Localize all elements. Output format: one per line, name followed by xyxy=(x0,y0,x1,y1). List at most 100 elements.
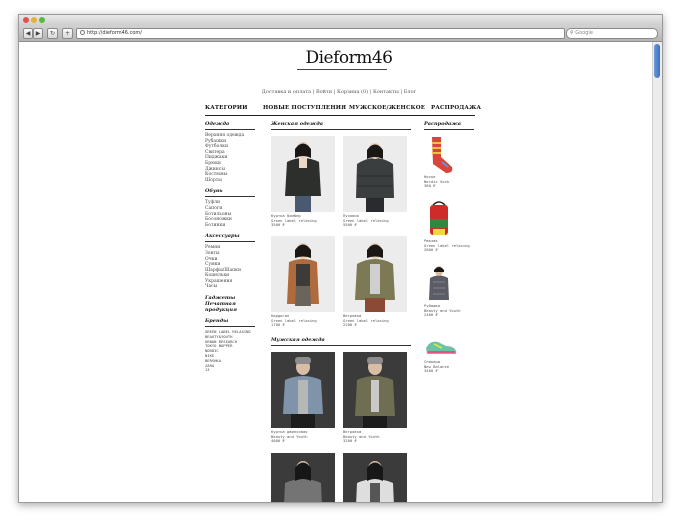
product-card[interactable]: Ветровка Green label relaxing 2200 ₽ xyxy=(343,236,407,328)
top-links: Доставка и оплата | Войти | Корзина (0) … xyxy=(261,89,417,95)
product-card[interactable]: Пуховик Green label relaxing 5500 ₽ xyxy=(343,136,407,228)
product-card[interactable]: Куртка джинсовая Beauty and Youth 4000 ₽ xyxy=(271,352,335,444)
page-content: Dieform46 Доставка и оплата | Войти | Ко… xyxy=(19,42,652,502)
nav-categories[interactable]: КАТЕГОРИИ xyxy=(205,105,248,111)
logo-underline xyxy=(297,69,387,70)
product-price: 2800 ₽ xyxy=(424,247,438,253)
nav-new-arrivals[interactable]: НОВЫЕ ПОСТУПЛЕНИЯ xyxy=(263,105,346,111)
product-caption: Сникеры New Balance 3400 ₽ xyxy=(424,359,474,374)
woman-bomber-image xyxy=(271,136,335,212)
product-photo[interactable] xyxy=(271,453,335,502)
sidebar-item[interactable]: Часы xyxy=(205,284,255,290)
product-photo[interactable] xyxy=(271,236,335,312)
forward-arrow-icon: ▶ xyxy=(35,30,41,37)
product-price: 3400 ₽ xyxy=(424,368,438,374)
product-photo[interactable] xyxy=(271,136,335,212)
men-heading[interactable]: Мужская одежда xyxy=(271,337,411,346)
product-caption: Рюкзак Green label relaxing 2800 ₽ xyxy=(424,238,474,253)
url-text: http://dieform46.com/ xyxy=(87,30,142,36)
sale-product-card[interactable]: Рубашка Beauty and Youth 2400 ₽ xyxy=(424,264,474,318)
reload-button[interactable]: ↻ xyxy=(47,28,58,39)
search-field[interactable]: ⚲ Google xyxy=(566,28,658,39)
woman-windbreaker-image xyxy=(343,236,407,312)
top-link-login[interactable]: Войти xyxy=(316,89,332,95)
product-card[interactable]: Кардиган Green label relaxing 1700 ₽ xyxy=(271,236,335,328)
product-card[interactable]: Куртка бомбер Green label relaxing 3500 … xyxy=(271,136,335,228)
clothes-heading[interactable]: Одежда xyxy=(205,121,255,130)
backpack-image xyxy=(430,201,448,235)
sale-product-card[interactable]: Носки Nordic Sock 380 ₽ xyxy=(424,135,474,189)
man-windbreaker-image xyxy=(343,352,407,428)
top-link-blog[interactable]: Блог xyxy=(404,89,416,95)
product-photo[interactable] xyxy=(343,352,407,428)
add-bookmark-button[interactable]: + xyxy=(62,28,73,39)
product-photo[interactable] xyxy=(424,264,454,302)
sidebar-item[interactable]: Шорты xyxy=(205,178,255,184)
category-sidebar: Одежда Верхняя одежда Рубашки Футболки С… xyxy=(205,121,255,378)
minimize-window-button[interactable] xyxy=(31,17,37,23)
accessories-list: Ремни Зонты Очки Сумки Шарфы/Шапки Кошел… xyxy=(205,245,255,290)
address-bar[interactable]: http://dieform46.com/ xyxy=(76,28,565,39)
reload-icon: ↻ xyxy=(49,30,56,37)
product-caption: Носки Nordic Sock 380 ₽ xyxy=(424,174,474,189)
forward-button[interactable]: ▶ xyxy=(33,28,43,39)
plus-icon: + xyxy=(64,30,71,37)
product-price: 3200 ₽ xyxy=(343,438,357,444)
print-link[interactable]: Печатная продукция xyxy=(205,301,255,313)
accessories-heading[interactable]: Аксессуары xyxy=(205,233,255,243)
top-link-contacts[interactable]: Контакты xyxy=(373,89,399,95)
product-photo[interactable] xyxy=(424,334,456,358)
product-price: 2200 ₽ xyxy=(343,322,357,328)
product-photo[interactable] xyxy=(343,453,407,502)
product-price: 380 ₽ xyxy=(424,183,436,189)
close-window-button[interactable] xyxy=(23,17,29,23)
woman-puffer-image xyxy=(343,136,407,212)
brands-heading[interactable]: Бренды xyxy=(205,318,255,328)
product-card[interactable] xyxy=(271,453,335,502)
product-price: 5500 ₽ xyxy=(343,222,357,228)
browser-toolbar: ◀ ▶ ↻ + http://dieform46.com/ ⚲ Google xyxy=(19,25,662,42)
globe-icon xyxy=(80,30,85,35)
sidebar-item[interactable]: Ботинки xyxy=(205,223,255,229)
magnifier-icon: ⚲ xyxy=(570,30,574,36)
socks-image xyxy=(432,137,453,173)
sale-product-card[interactable]: Сникеры New Balance 3400 ₽ xyxy=(424,334,474,374)
product-photo[interactable] xyxy=(424,135,454,173)
brand-item[interactable]: 13 xyxy=(205,368,255,373)
sale-product-card[interactable]: Рюкзак Green label relaxing 2800 ₽ xyxy=(424,199,474,253)
vertical-scrollbar[interactable] xyxy=(652,42,662,502)
special-links: Гаджеты Печатная продукция xyxy=(205,295,255,313)
product-caption: Кардиган Green label relaxing 1700 ₽ xyxy=(271,313,335,328)
scrollbar-thumb[interactable] xyxy=(654,44,660,78)
main-nav: КАТЕГОРИИ НОВЫЕ ПОСТУПЛЕНИЯ МУЖСКОЕ/ЖЕНС… xyxy=(205,104,481,116)
zoom-window-button[interactable] xyxy=(39,17,45,23)
top-link-cart[interactable]: Корзина (0) xyxy=(337,89,368,95)
shoes-list: Туфли Сапоги Ботильоны Босоножки Ботинки xyxy=(205,200,255,228)
man-grey-coat-image xyxy=(271,453,335,502)
clothes-list: Верхняя одежда Рубашки Футболки Свитера … xyxy=(205,133,255,183)
sale-heading[interactable]: Распродажа xyxy=(424,121,474,130)
product-photo[interactable] xyxy=(343,136,407,212)
site-logo[interactable]: Dieform46 xyxy=(294,48,404,68)
product-caption: Ветровка Green label relaxing 2200 ₽ xyxy=(343,313,407,328)
woman-cardigan-image xyxy=(271,236,335,312)
nav-men-women[interactable]: МУЖСКОЕ/ЖЕНСКОЕ xyxy=(349,105,425,111)
product-photo[interactable] xyxy=(424,199,454,237)
product-card[interactable]: Ветровка Beauty and Youth 3200 ₽ xyxy=(343,352,407,444)
product-price: 3500 ₽ xyxy=(271,222,285,228)
shoes-heading[interactable]: Обувь xyxy=(205,188,255,198)
browser-window: ◀ ▶ ↻ + http://dieform46.com/ ⚲ Google D… xyxy=(18,14,663,503)
product-price: 2400 ₽ xyxy=(424,312,438,318)
women-heading[interactable]: Женская одежда xyxy=(271,121,411,130)
back-button[interactable]: ◀ xyxy=(23,28,33,39)
brands-list: GREEN LABEL RELAXING BEAUTY&YOUTH URBAN … xyxy=(205,329,255,373)
sale-column: Распродажа xyxy=(424,121,474,133)
top-link-delivery[interactable]: Доставка и оплата xyxy=(262,89,311,95)
product-card[interactable] xyxy=(343,453,407,502)
nav-sale[interactable]: РАСПРОДАЖА xyxy=(431,105,481,111)
product-photo[interactable] xyxy=(271,352,335,428)
shirt-man-image xyxy=(429,266,449,300)
product-caption: Рубашка Beauty and Youth 2400 ₽ xyxy=(424,303,474,318)
sneakers-image xyxy=(426,341,456,354)
product-photo[interactable] xyxy=(343,236,407,312)
